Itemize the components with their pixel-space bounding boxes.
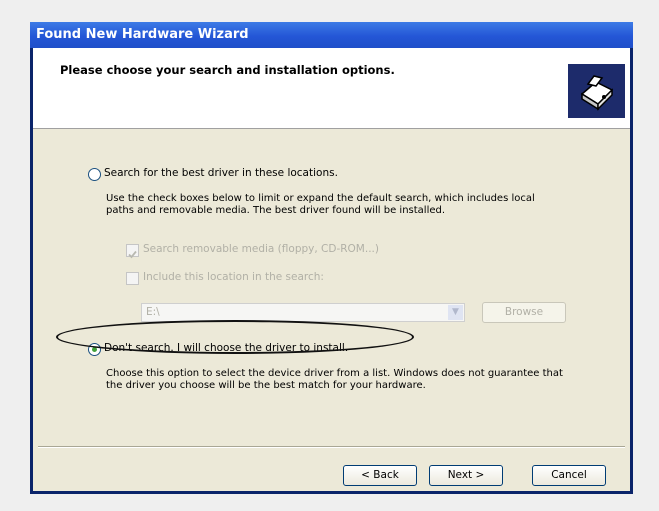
search-best-driver-radio[interactable] bbox=[88, 168, 101, 181]
chevron-down-icon[interactable]: ▼ bbox=[448, 305, 463, 320]
highlight-ellipse bbox=[56, 320, 414, 354]
checkmark-icon bbox=[128, 250, 137, 259]
button-separator bbox=[38, 446, 625, 448]
wizard-client-area: Please choose your search and installati… bbox=[33, 48, 630, 491]
title-bar: Found New Hardware Wizard bbox=[30, 22, 633, 48]
header-title: Please choose your search and installati… bbox=[60, 63, 395, 77]
location-value: E:\ bbox=[146, 306, 160, 318]
search-best-driver-label[interactable]: Search for the best driver in these loca… bbox=[104, 167, 338, 179]
dont-search-description-line1: Choose this option to select the device … bbox=[106, 368, 563, 379]
search-description-line1: Use the check boxes below to limit or ex… bbox=[106, 193, 535, 204]
location-combobox[interactable]: E:\ ▼ bbox=[141, 303, 465, 322]
search-removable-media-label: Search removable media (floppy, CD-ROM..… bbox=[143, 243, 379, 255]
browse-button[interactable]: Browse bbox=[482, 302, 566, 323]
hardware-wizard-icon bbox=[568, 64, 625, 118]
dont-search-description-line2: the driver you choose will be the best m… bbox=[106, 380, 426, 391]
wizard-window: Found New Hardware Wizard Please choose … bbox=[30, 22, 633, 494]
next-button[interactable]: Next > bbox=[429, 465, 503, 486]
search-removable-media-checkbox[interactable] bbox=[126, 244, 139, 259]
wizard-header: Please choose your search and installati… bbox=[33, 48, 630, 129]
back-button[interactable]: < Back bbox=[343, 465, 417, 486]
include-location-label: Include this location in the search: bbox=[143, 271, 324, 283]
include-location-checkbox[interactable] bbox=[126, 272, 139, 285]
search-description-line2: paths and removable media. The best driv… bbox=[106, 205, 446, 216]
cancel-button[interactable]: Cancel bbox=[532, 465, 606, 486]
